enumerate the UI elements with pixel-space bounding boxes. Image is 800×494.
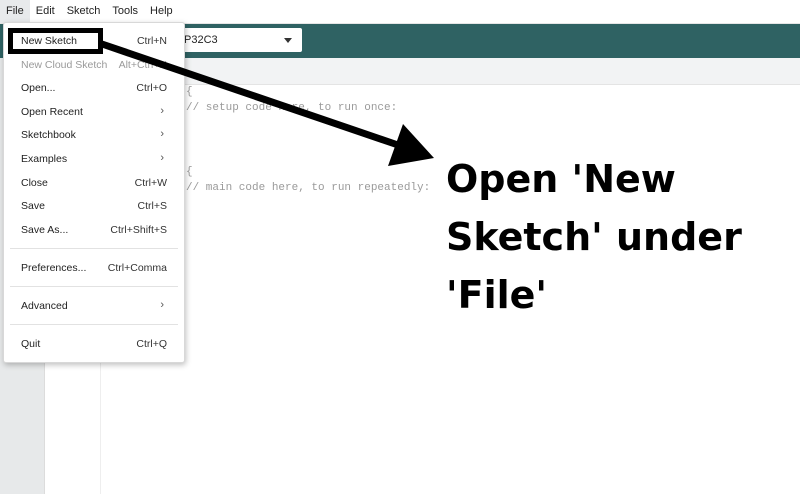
annotation-line: Open 'New	[446, 157, 676, 201]
annotation-line: 'File'	[446, 273, 548, 317]
annotation-text: Open 'New Sketch' under 'File'	[446, 150, 776, 324]
annotation-line: Sketch' under	[446, 215, 742, 259]
